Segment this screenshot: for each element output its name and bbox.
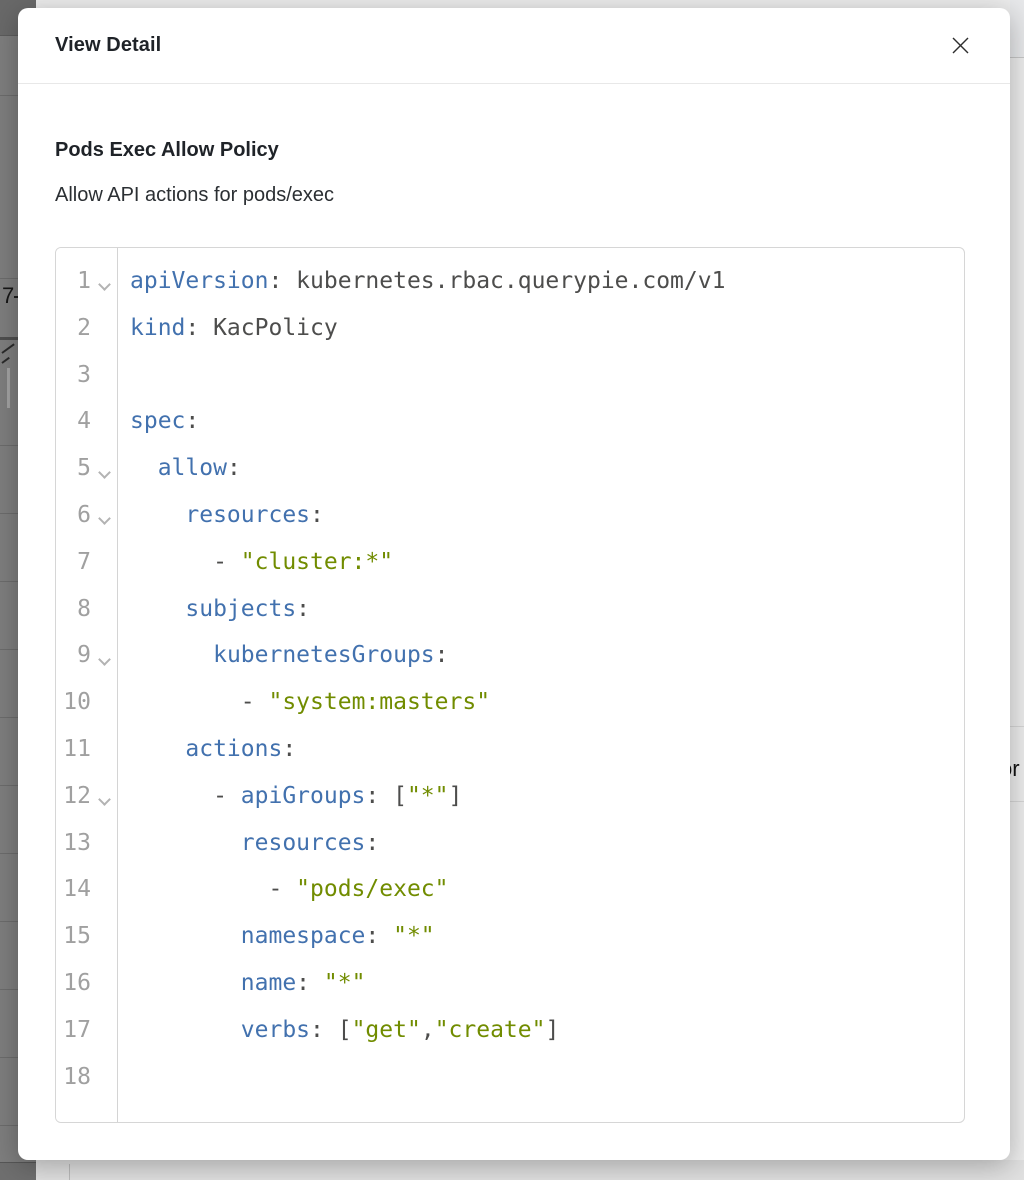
- fold-slot: [91, 1054, 117, 1101]
- fold-slot: [91, 820, 117, 867]
- gutter-row: 10: [56, 679, 117, 726]
- chevron-down-icon: [98, 279, 111, 292]
- code-line: - "system:masters": [130, 679, 964, 726]
- line-number: 7: [77, 539, 91, 586]
- code-line: allow:: [130, 445, 964, 492]
- close-button[interactable]: [946, 32, 974, 60]
- backdrop-bottom-divider: [69, 1164, 70, 1180]
- line-number: 13: [63, 820, 91, 867]
- gutter-row: 12: [56, 773, 117, 820]
- gutter-row: 15: [56, 913, 117, 960]
- gutter-row: 17: [56, 1007, 117, 1054]
- gutter-row: 18: [56, 1054, 117, 1101]
- line-number: 1: [77, 258, 91, 305]
- code-line: - apiGroups: ["*"]: [130, 773, 964, 820]
- chevron-down-icon: [98, 466, 111, 479]
- chevron-down-icon: [98, 793, 111, 806]
- code-line: namespace: "*": [130, 913, 964, 960]
- line-number: 2: [77, 305, 91, 352]
- line-number: 15: [63, 913, 91, 960]
- code-line: - "pods/exec": [130, 866, 964, 913]
- gutter-row: 2: [56, 305, 117, 352]
- backdrop-left-footer-block: [0, 1162, 36, 1180]
- gutter-row: 14: [56, 866, 117, 913]
- fold-slot: [91, 305, 117, 352]
- gutter-row: 5: [56, 445, 117, 492]
- gutter-row: 7: [56, 539, 117, 586]
- fold-toggle[interactable]: [91, 492, 117, 539]
- line-number: 17: [63, 1007, 91, 1054]
- editor-code-area[interactable]: apiVersion: kubernetes.rbac.querypie.com…: [118, 248, 964, 1122]
- code-line: - "cluster:*": [130, 539, 964, 586]
- code-line: kubernetesGroups:: [130, 632, 964, 679]
- line-number: 9: [77, 632, 91, 679]
- close-icon: [950, 35, 971, 56]
- code-line: apiVersion: kubernetes.rbac.querypie.com…: [130, 258, 964, 305]
- fold-slot: [91, 866, 117, 913]
- code-line: subjects:: [130, 586, 964, 633]
- code-line: [130, 1054, 964, 1101]
- fold-slot: [91, 679, 117, 726]
- fold-toggle[interactable]: [91, 632, 117, 679]
- fold-slot: [91, 913, 117, 960]
- modal-title: View Detail: [55, 34, 161, 57]
- code-line: [130, 352, 964, 399]
- line-number: 10: [63, 679, 91, 726]
- editor-gutter: 123456789101112131415161718: [56, 248, 118, 1122]
- backdrop-row-divider: [1010, 726, 1024, 727]
- line-number: 3: [77, 352, 91, 399]
- line-number: 12: [63, 773, 91, 820]
- line-number: 8: [77, 586, 91, 633]
- modal-body: Pods Exec Allow Policy Allow API actions…: [18, 84, 1010, 1123]
- code-line: verbs: ["get","create"]: [130, 1007, 964, 1054]
- line-number: 11: [63, 726, 91, 773]
- modal-header: View Detail: [18, 8, 1010, 84]
- line-number: 16: [63, 960, 91, 1007]
- policy-name: Pods Exec Allow Policy: [55, 137, 973, 164]
- fold-slot: [91, 726, 117, 773]
- line-number: 14: [63, 866, 91, 913]
- view-detail-modal: View Detail Pods Exec Allow Policy Allow…: [18, 8, 1010, 1160]
- backdrop-bottom-strip: [36, 1160, 1024, 1180]
- line-number: 18: [63, 1054, 91, 1101]
- fold-toggle[interactable]: [91, 445, 117, 492]
- backdrop-right-table-header: [1010, 0, 1024, 58]
- policy-description: Allow API actions for pods/exec: [55, 181, 973, 209]
- fold-slot: [91, 1007, 117, 1054]
- gutter-row: 16: [56, 960, 117, 1007]
- line-number: 4: [77, 398, 91, 445]
- fold-toggle[interactable]: [91, 773, 117, 820]
- code-line: kind: KacPolicy: [130, 305, 964, 352]
- fold-slot: [91, 539, 117, 586]
- gutter-row: 9: [56, 632, 117, 679]
- gutter-row: 6: [56, 492, 117, 539]
- gutter-row: 13: [56, 820, 117, 867]
- gutter-row: 1: [56, 258, 117, 305]
- gutter-row: 3: [56, 352, 117, 399]
- chevron-down-icon: [98, 513, 111, 526]
- code-line: actions:: [130, 726, 964, 773]
- fold-slot: [91, 960, 117, 1007]
- gutter-row: 4: [56, 398, 117, 445]
- code-line: spec:: [130, 398, 964, 445]
- backdrop-cursor-bar: [7, 368, 10, 408]
- backdrop-right-column: [1010, 0, 1024, 1180]
- code-line: name: "*": [130, 960, 964, 1007]
- line-number: 5: [77, 445, 91, 492]
- line-number: 6: [77, 492, 91, 539]
- fold-slot: [91, 586, 117, 633]
- yaml-code-editor: 123456789101112131415161718 apiVersion: …: [55, 247, 965, 1123]
- fold-toggle[interactable]: [91, 258, 117, 305]
- gutter-row: 11: [56, 726, 117, 773]
- gutter-row: 8: [56, 586, 117, 633]
- fold-slot: [91, 398, 117, 445]
- chevron-down-icon: [98, 653, 111, 666]
- fold-slot: [91, 352, 117, 399]
- backdrop-row-divider: [1010, 801, 1024, 802]
- code-line: resources:: [130, 820, 964, 867]
- code-line: resources:: [130, 492, 964, 539]
- backdrop-text-fragment-left: 7: [2, 284, 14, 308]
